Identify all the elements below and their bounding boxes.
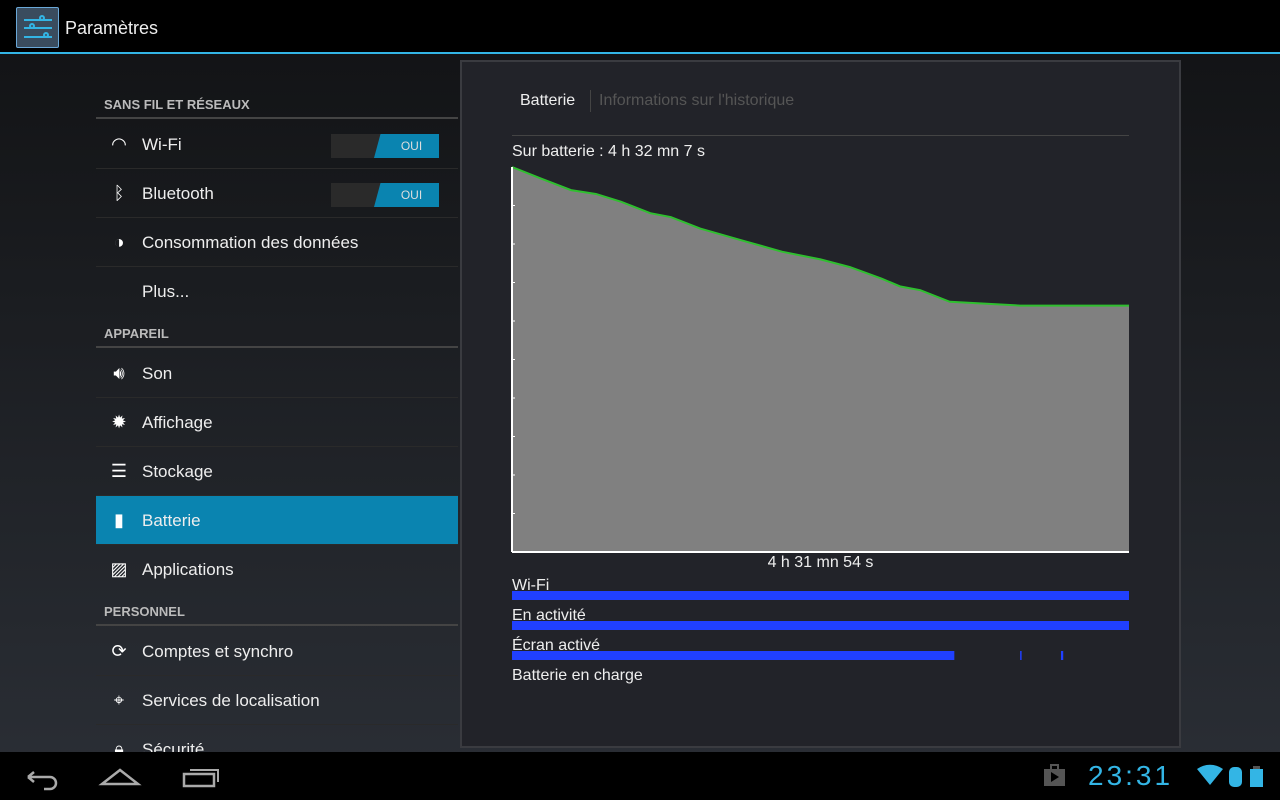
storage-icon: ☰ [110, 461, 128, 481]
lock-icon: 🔒︎ [114, 739, 124, 752]
battery-icon [1250, 766, 1263, 787]
activity-bar-1 [512, 621, 1129, 630]
back-icon[interactable] [27, 771, 58, 791]
settings-list[interactable]: SANS FIL ET RÉSEAUX ◠ Wi-Fi OUI ᛒ Bluetooth… [96, 56, 458, 752]
activity-bar-2 [1060, 651, 1064, 660]
divider [96, 624, 458, 626]
sync-icon: ⟳ [111, 641, 127, 661]
action-bar: Paramètres [0, 0, 1280, 54]
battery-icon: ▮ [114, 510, 124, 530]
activity-bar-0 [512, 591, 1129, 600]
divider [96, 117, 458, 119]
brightness-icon: ✹ [111, 412, 127, 432]
sidebar-item-security[interactable]: 🔒︎ Sécurité [96, 725, 458, 752]
play-store-icon[interactable] [1044, 764, 1065, 786]
sidebar-item-bluetooth[interactable]: ᛒ Bluetooth OUI [96, 169, 458, 218]
sidebar-item-data-usage[interactable]: ◑ Consommation des données [96, 218, 458, 267]
section-header: SANS FIL ET RÉSEAUX [104, 97, 250, 112]
bar-label-wifi: Wi-Fi [512, 577, 550, 594]
settings-app-icon[interactable] [16, 7, 59, 48]
wifi-icon [1197, 764, 1223, 785]
bar-label-awake: En activité [512, 607, 586, 624]
app-title: Paramètres [65, 18, 159, 38]
applications-icon: ▨ [110, 559, 128, 579]
sidebar-item-location[interactable]: ⌖ Services de localisation [96, 676, 458, 725]
wifi-icon: ◠ [111, 134, 127, 154]
sidebar-item-battery[interactable]: ▮ Batterie [96, 496, 458, 545]
speaker-icon: 🔊︎ [113, 363, 125, 383]
bluetooth-icon: ᛒ [113, 183, 125, 203]
location-icon: ⌖ [113, 690, 125, 710]
sidebar-item-applications[interactable]: ▨ Applications [96, 545, 458, 594]
bar-label-screen: Écran activé [512, 637, 601, 654]
sidebar-item-sound[interactable]: 🔊︎ Son [96, 349, 458, 398]
data-usage-icon: ◑ [113, 232, 125, 252]
sidebar-item-storage[interactable]: ☰ Stockage [96, 447, 458, 496]
activity-bar-2 [1020, 651, 1022, 660]
battery-area [512, 167, 1129, 552]
home-icon[interactable] [98, 768, 142, 786]
wifi-toggle[interactable]: OUI [331, 134, 439, 158]
system-bar: 23:31 [0, 752, 1280, 800]
section-header: PERSONNEL [104, 604, 185, 619]
sidebar-item-display[interactable]: ✹ Affichage [96, 398, 458, 447]
recent-apps-icon[interactable] [182, 769, 219, 788]
clock: 23:31 [1088, 760, 1174, 791]
sidebar-item-wifi[interactable]: ◠ Wi-Fi OUI [96, 120, 458, 169]
bluetooth-toggle[interactable]: OUI [331, 183, 439, 207]
battery-panel: Batterie Informations sur l'historique S… [460, 60, 1181, 748]
divider [96, 346, 458, 348]
section-header: APPAREIL [104, 326, 169, 341]
bar-label-charging: Batterie en charge [512, 667, 643, 684]
sidebar-item-accounts-sync[interactable]: ⟳ Comptes et synchro [96, 627, 458, 676]
duration-label: 4 h 31 mn 54 s [767, 554, 874, 571]
sidebar-item-more[interactable]: Plus... [96, 267, 458, 316]
bluetooth-icon [1229, 767, 1242, 787]
